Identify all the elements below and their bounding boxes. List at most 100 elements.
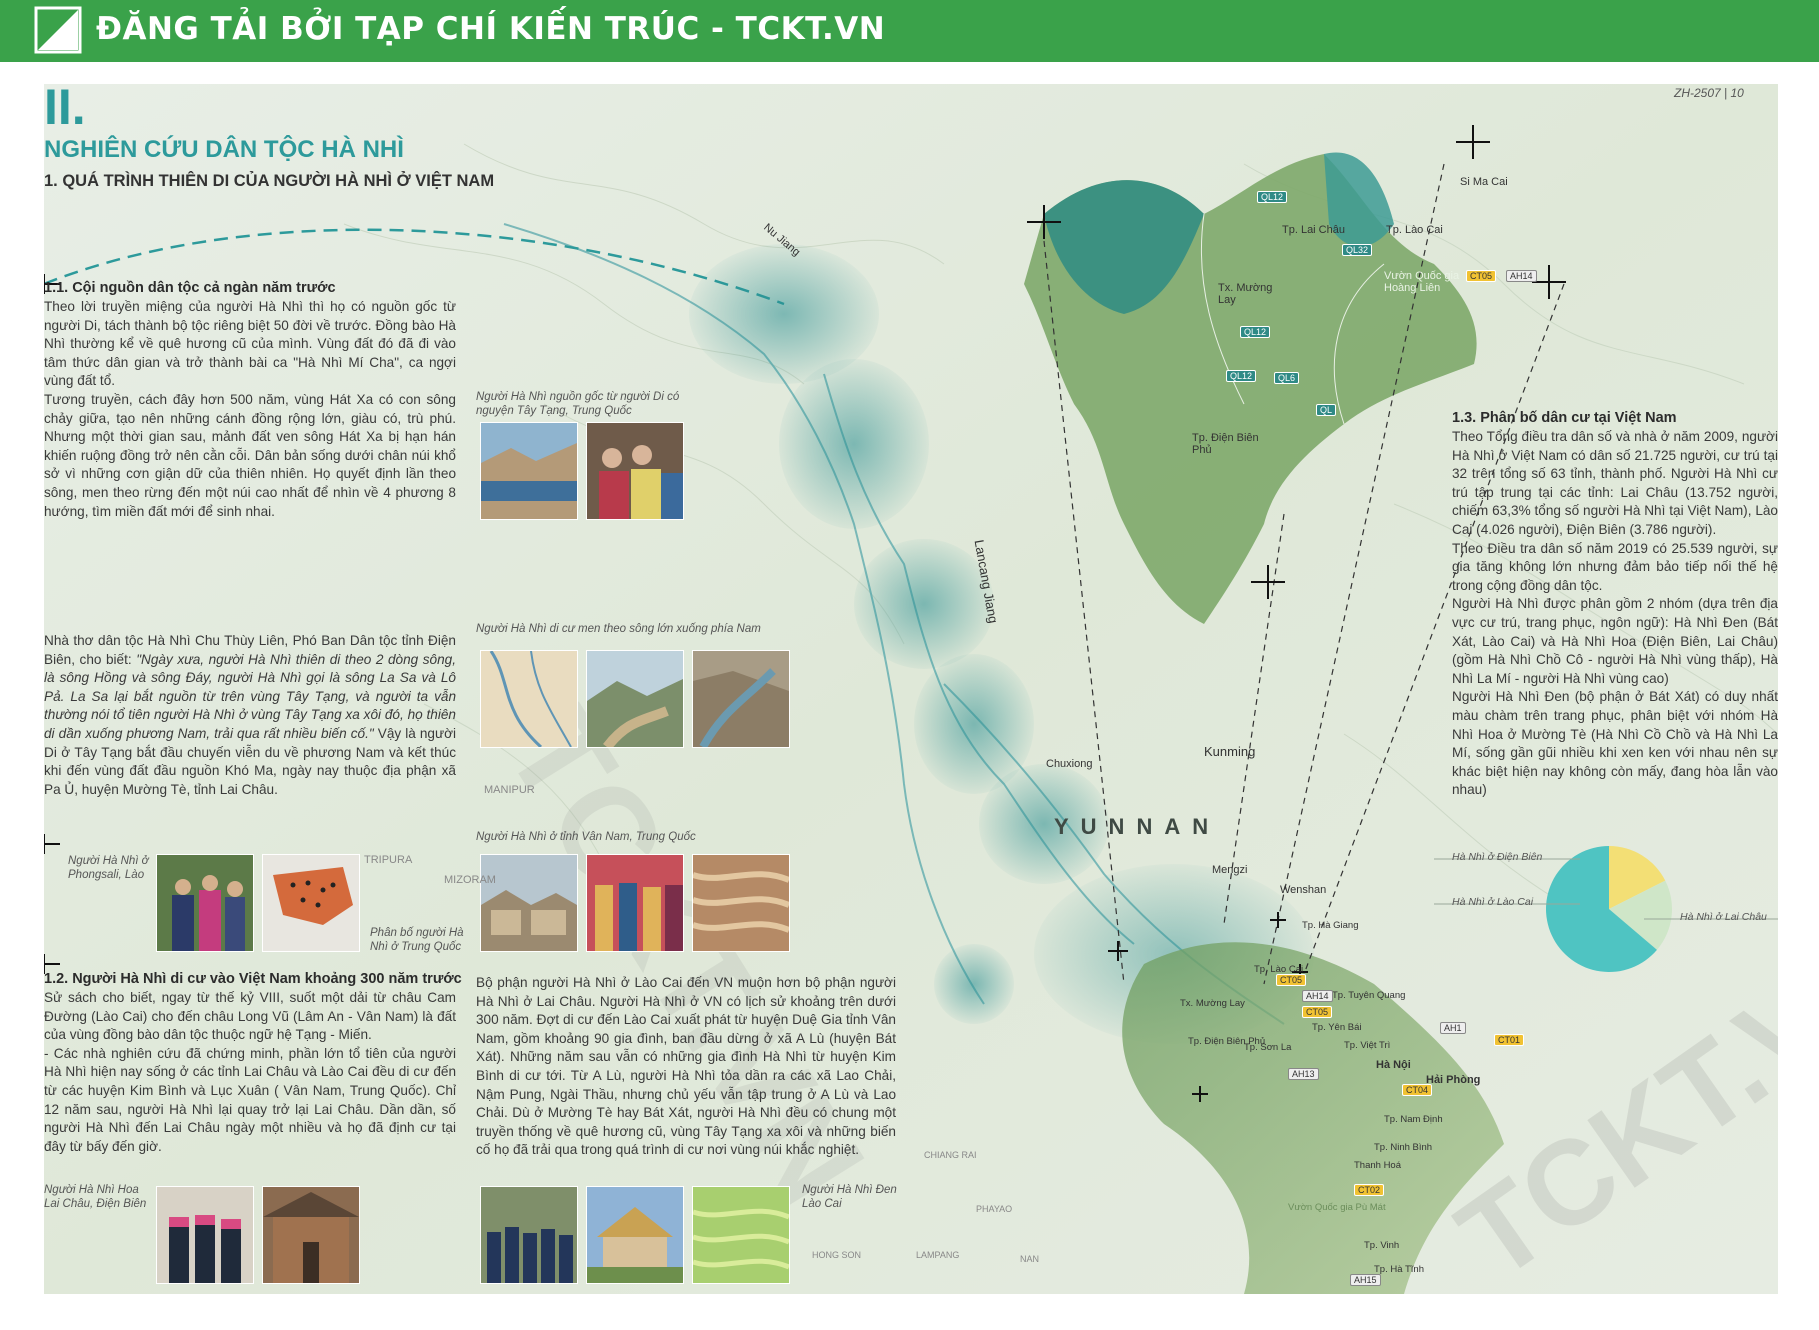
road-ah13: AH13 bbox=[1288, 1068, 1319, 1080]
photo-china-distribution-map bbox=[262, 854, 360, 952]
label-nan: NAN bbox=[1020, 1254, 1040, 1264]
s12-para2: - Các nhà nghiên cứu đã chứng minh, phần… bbox=[44, 1045, 456, 1154]
population-pie-chart bbox=[1546, 846, 1672, 973]
s11-quote-block: Nhà thơ dân tộc Hà Nhì Chu Thùy Liên, Ph… bbox=[44, 632, 456, 799]
road-ql12-c: QL12 bbox=[1226, 370, 1257, 382]
label-ha-noi: Hà Nội bbox=[1376, 1059, 1411, 1071]
road-ct05-b: CT05 bbox=[1276, 974, 1307, 986]
label-muong-lay-small: Tx. Mường Lay bbox=[1180, 998, 1245, 1009]
s12-body: Sử sách cho biết, ngay từ thế kỷ VIII, s… bbox=[44, 989, 456, 1156]
caption-laos: Người Hà Nhì ở Phongsali, Lào bbox=[68, 855, 149, 881]
s13-heading: 1.3. Phân bố dân cư tại Việt Nam bbox=[1452, 410, 1677, 426]
s13-body: Theo Tổng điều tra dân số và nhà ở năm 2… bbox=[1452, 428, 1778, 800]
photo-yunnan-houses bbox=[480, 854, 578, 952]
label-lao-cai: Tp. Lào Cai bbox=[1386, 224, 1443, 236]
photo-den-terraces bbox=[692, 1186, 790, 1284]
pie-legend-lai-chau: Hà Nhì ở Lai Châu bbox=[1680, 911, 1767, 923]
label-manipur: MANIPUR bbox=[484, 784, 535, 796]
pie-legend-dien-bien: Hà Nhì ở Điện Biên bbox=[1452, 851, 1543, 863]
road-ct01: CT01 bbox=[1494, 1034, 1525, 1046]
label-kunming: Kunming bbox=[1204, 744, 1256, 759]
label-vuon-quoc: Vườn Quốc gia Pù Mát bbox=[1288, 1202, 1386, 1213]
top-banner: ĐĂNG TẢI BỞI TẠP CHÍ KIẾN TRÚC - TCKT.VN bbox=[0, 0, 1819, 62]
road-ct05: CT05 bbox=[1466, 270, 1497, 282]
page-code: ZH-2507 | 10 bbox=[1674, 86, 1744, 100]
photo-tibet-people bbox=[586, 422, 684, 520]
caption-yunnan: Người Hà Nhì ở tỉnh Vân Nam, Trung Quốc bbox=[476, 831, 696, 843]
photo-river-map bbox=[480, 650, 578, 748]
s13-para2: Theo Điều tra dân số năm 2019 có 25.539 … bbox=[1452, 540, 1778, 593]
label-dien-bien: Tp. Điện Biên Phủ bbox=[1192, 432, 1259, 456]
s12-para1: Sử sách cho biết, ngay từ thế kỷ VIII, s… bbox=[44, 990, 456, 1043]
road-ct02: CT02 bbox=[1354, 1184, 1385, 1196]
photo-tibet-lake bbox=[480, 422, 578, 520]
s12-heading: 1.2. Người Hà Nhì di cư vào Việt Nam kho… bbox=[44, 971, 462, 987]
label-lampang: LAMPANG bbox=[916, 1250, 960, 1260]
photo-hoa-women bbox=[156, 1186, 254, 1284]
section-title: NGHIÊN CỨU DÂN TỘC HÀ NHÌ bbox=[44, 136, 404, 163]
label-ninh-binh: Tp. Ninh Bình bbox=[1374, 1142, 1433, 1153]
banner-title: ĐĂNG TẢI BỞI TẠP CHÍ KIẾN TRÚC - TCKT.VN bbox=[96, 11, 886, 47]
s13-para1: Theo Tổng điều tra dân số và nhà ở năm 2… bbox=[1452, 429, 1778, 537]
label-yen-bai: Tp. Yên Bái bbox=[1312, 1022, 1362, 1033]
label-muong-lay: Tx. Mường Lay bbox=[1218, 282, 1273, 306]
label-mengzi: Mengzi bbox=[1212, 864, 1248, 876]
caption-tibet: Người Hà Nhì nguồn gốc từ người Di có ng… bbox=[476, 391, 680, 417]
label-wenshan: Wenshan bbox=[1280, 884, 1327, 896]
road-ql: QL bbox=[1316, 404, 1337, 416]
photo-river-valley bbox=[586, 650, 684, 748]
photo-den-house bbox=[586, 1186, 684, 1284]
label-ha-tinh: Tp. Hà Tĩnh bbox=[1374, 1264, 1424, 1275]
label-tripura: TRIPURA bbox=[364, 854, 413, 866]
s11-para1: Theo lời truyền miệng của người Hà Nhì t… bbox=[44, 299, 456, 389]
road-ct05-c: CT05 bbox=[1302, 1006, 1333, 1018]
photo-river-gorge bbox=[692, 650, 790, 748]
photo-yunnan-dance bbox=[586, 854, 684, 952]
road-ah1: AH1 bbox=[1440, 1022, 1466, 1034]
label-vinh: Tp. Vinh bbox=[1364, 1240, 1400, 1251]
label-phayao: PHAYAO bbox=[976, 1204, 1013, 1214]
road-ct04: CT04 bbox=[1402, 1084, 1433, 1096]
caption-river: Người Hà Nhì di cư men theo sông lớn xuố… bbox=[476, 623, 761, 635]
label-hai-phong: Hải Phòng bbox=[1426, 1074, 1481, 1086]
tckt-logo-icon bbox=[34, 6, 82, 54]
pie-legend-lao-cai: Hà Nhì ở Lào Cai bbox=[1452, 896, 1534, 908]
label-lai-chau: Tp. Lai Châu bbox=[1282, 224, 1345, 236]
photo-hoa-house bbox=[262, 1186, 360, 1284]
label-viet-tri: Tp. Việt Trì bbox=[1344, 1040, 1391, 1051]
photo-yunnan-terraces bbox=[692, 854, 790, 952]
label-si-ma-cai: Si Ma Cai bbox=[1460, 176, 1508, 188]
photo-laos-people bbox=[156, 854, 254, 952]
road-ah14: AH14 bbox=[1506, 270, 1537, 282]
s11-heading: 1.1. Cội nguồn dân tộc cả ngàn năm trước bbox=[44, 280, 336, 296]
road-ql32: QL32 bbox=[1342, 244, 1373, 256]
label-vqg: Vườn Quốc gia Hoàng Liên bbox=[1384, 270, 1460, 294]
caption-hoa: Người Hà Nhì Hoa Lai Châu, Điện Biên bbox=[44, 1184, 147, 1210]
s11-body: Theo lời truyền miệng của người Hà Nhì t… bbox=[44, 298, 456, 521]
label-yunnan: YUNNAN bbox=[1054, 814, 1221, 839]
photo-den-crowd bbox=[480, 1186, 578, 1284]
road-ah14-b: AH14 bbox=[1302, 990, 1333, 1002]
label-thanh-hoa: Thanh Hoá bbox=[1354, 1160, 1402, 1171]
label-mizoram: MIZORAM bbox=[444, 874, 496, 886]
road-ql12-b: QL12 bbox=[1240, 326, 1271, 338]
section-subtitle: 1. QUÁ TRÌNH THIÊN DI CỦA NGƯỜI HÀ NHÌ Ở… bbox=[44, 172, 495, 190]
map-sheet: TCKT.VN TCKT.VN ZH-2507 | 10 II. NGHIÊN … bbox=[44, 84, 1778, 1294]
label-nam-dinh: Tp. Nam Định bbox=[1384, 1114, 1443, 1125]
label-tuyen-quang: Tp. Tuyên Quang bbox=[1332, 990, 1406, 1001]
road-ql6: QL6 bbox=[1274, 372, 1300, 384]
label-chiang-rai: CHIANG RAI bbox=[924, 1150, 977, 1160]
road-ah15: AH15 bbox=[1350, 1274, 1381, 1286]
label-hong-son: HONG SON bbox=[812, 1250, 862, 1260]
s13-para3: Người Hà Nhì được phân gồm 2 nhóm (dựa t… bbox=[1452, 596, 1778, 686]
caption-china-part: Phân bố người Hà Nhì ở Trung Quốc bbox=[370, 927, 464, 953]
caption-den: Người Hà Nhì Đen Lào Cai bbox=[802, 1184, 897, 1210]
s13-para4: Người Hà Nhì Đen (bộ phận ở Bát Xát) có … bbox=[1452, 689, 1778, 798]
label-chuxiong: Chuxiong bbox=[1046, 758, 1093, 770]
label-dien-bien-small: Tp. Điện Biên Phủ bbox=[1188, 1036, 1266, 1047]
label-ha-giang: Tp. Hà Giang bbox=[1302, 920, 1359, 931]
road-ql12-a: QL12 bbox=[1257, 191, 1288, 203]
s11-para2: Tương truyền, cách đây hơn 500 năm, vùng… bbox=[44, 391, 456, 519]
section-number: II. bbox=[44, 84, 86, 135]
s12-para3: Bộ phận người Hà Nhì ở Lào Cai đến VN mu… bbox=[476, 975, 896, 1158]
